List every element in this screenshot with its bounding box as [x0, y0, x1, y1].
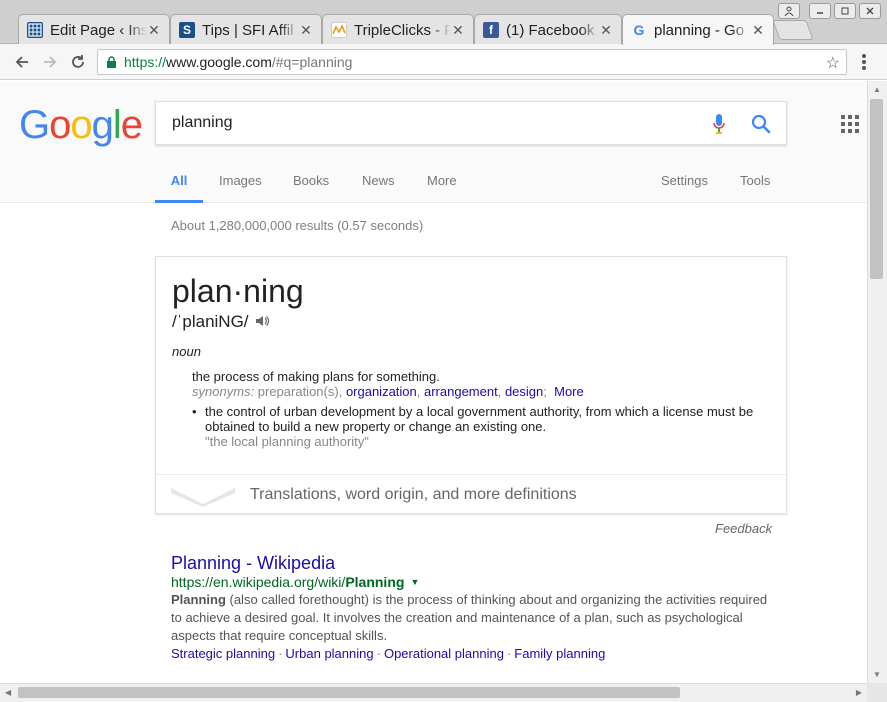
synonym-plain: preparation(s), — [257, 384, 343, 399]
speaker-icon[interactable] — [255, 314, 269, 331]
phonetic: /ˈplaniNG/ — [172, 312, 269, 332]
search-input[interactable] — [156, 113, 676, 133]
forward-icon[interactable] — [38, 50, 62, 74]
maximize-button[interactable] — [834, 3, 856, 19]
address-bar[interactable]: https://www.google.com/#q=planning ☆ — [97, 49, 847, 75]
definition-2: • the control of urban development by a … — [192, 404, 762, 434]
browser-menu-icon[interactable] — [856, 52, 872, 72]
url-path: /#q=planning — [271, 54, 353, 70]
result-url-prefix: https://en.wikipedia.org/wiki/ — [171, 574, 346, 590]
caret-down-icon[interactable]: ▼ — [410, 577, 419, 587]
tab-label: TripleClicks - F — [354, 21, 451, 39]
tab-strip: Edit Page ‹ Ins ✕ S Tips | SFI Affil ✕ T… — [0, 0, 887, 45]
scroll-thumb[interactable] — [870, 99, 883, 279]
sfi-icon: S — [179, 22, 195, 38]
url-host: www.google.com — [166, 54, 272, 70]
tab-label: Edit Page ‹ Ins — [50, 21, 147, 39]
snippet-bold: Planning — [171, 592, 226, 607]
new-tab-button[interactable] — [772, 20, 814, 40]
grid-icon — [27, 22, 43, 38]
google-header: Google All Images Books News More Sett — [0, 81, 867, 203]
scroll-down-icon[interactable]: ▼ — [873, 670, 881, 679]
close-icon[interactable]: ✕ — [599, 22, 613, 39]
close-icon[interactable]: ✕ — [147, 22, 161, 39]
sitelink[interactable]: Operational planning — [384, 646, 504, 661]
dictionary-card: plan·ning /ˈplaniNG/ noun the process of… — [155, 256, 787, 514]
search-icon[interactable] — [750, 113, 772, 135]
phonetic-text: /ˈplaniNG/ — [172, 312, 249, 331]
synonyms-label: synonyms: — [192, 384, 255, 399]
part-of-speech: noun — [172, 344, 201, 359]
profile-icon[interactable] — [778, 3, 800, 19]
window-close-button[interactable] — [859, 3, 881, 19]
more-definitions-toggle[interactable]: Translations, word origin, and more defi… — [156, 474, 786, 514]
synonym-link[interactable]: arrangement — [424, 384, 498, 399]
search-box — [155, 101, 787, 145]
page-content: Google All Images Books News More Sett — [0, 81, 867, 683]
close-icon[interactable]: ✕ — [299, 22, 313, 39]
result-url-bold: Planning — [345, 574, 405, 590]
more-definitions-label: Translations, word origin, and more defi… — [250, 486, 577, 503]
vertical-scrollbar[interactable]: ▲ ▼ — [867, 81, 887, 683]
tab-tools[interactable]: Tools — [740, 171, 770, 203]
scrollbar-corner — [867, 683, 887, 702]
url-scheme: https:// — [124, 54, 167, 70]
reload-icon[interactable] — [66, 50, 90, 74]
chevron-down-icon — [171, 488, 235, 507]
browser-toolbar: https://www.google.com/#q=planning ☆ — [0, 44, 887, 80]
result-url: https://en.wikipedia.org/wiki/Planning ▼ — [171, 574, 419, 590]
bullet: • — [192, 404, 197, 419]
microphone-icon[interactable] — [712, 113, 726, 135]
definition-2-text: the control of urban development by a lo… — [205, 404, 754, 434]
back-icon[interactable] — [10, 50, 34, 74]
tab-label: planning - Go — [654, 21, 745, 39]
tab-label: (1) Facebook — [506, 21, 595, 39]
tab-settings[interactable]: Settings — [661, 171, 708, 203]
browser-tab-tripleclicks[interactable]: TripleClicks - F ✕ — [322, 14, 474, 45]
scroll-right-icon[interactable]: ▶ — [856, 688, 862, 697]
browser-tab-facebook[interactable]: f (1) Facebook ✕ — [474, 14, 622, 45]
example-sentence: "the local planning authority" — [205, 434, 369, 449]
scroll-left-icon[interactable]: ◀ — [5, 688, 11, 697]
scroll-thumb[interactable] — [18, 687, 680, 698]
google-logo[interactable]: Google — [19, 103, 143, 148]
browser-tab-edit-page[interactable]: Edit Page ‹ Ins ✕ — [18, 14, 170, 45]
tab-all[interactable]: All — [155, 171, 203, 203]
tab-more[interactable]: More — [427, 171, 457, 203]
sitelink[interactable]: Urban planning — [285, 646, 373, 661]
tab-label: Tips | SFI Affil — [202, 21, 294, 39]
browser-tab-sfi[interactable]: S Tips | SFI Affil ✕ — [170, 14, 322, 45]
result-sitelinks: Strategic planning · Urban planning · Operat… — [171, 646, 606, 661]
close-icon[interactable]: ✕ — [751, 22, 765, 39]
synonyms-more-link[interactable]: More — [554, 384, 584, 399]
horizontal-scrollbar[interactable]: ◀ ▶ — [0, 683, 867, 702]
feedback-link[interactable]: Feedback — [715, 521, 772, 536]
result-stats: About 1,280,000,000 results (0.57 second… — [171, 218, 424, 233]
search-tabs: All Images Books News More Settings Tool… — [0, 171, 867, 203]
scroll-up-icon[interactable]: ▲ — [873, 85, 881, 94]
tab-images[interactable]: Images — [219, 171, 262, 203]
synonyms: synonyms: preparation(s), organization, … — [192, 384, 584, 399]
dictionary-word: plan·ning — [172, 273, 304, 309]
tab-news[interactable]: News — [362, 171, 395, 203]
close-icon[interactable]: ✕ — [451, 22, 465, 39]
sitelink[interactable]: Strategic planning — [171, 646, 275, 661]
definition-1: the process of making plans for somethin… — [192, 369, 440, 384]
synonym-link[interactable]: design — [505, 384, 543, 399]
result-snippet: Planning (also called forethought) is th… — [171, 591, 781, 645]
google-icon: G — [633, 22, 645, 38]
bookmark-star-icon[interactable]: ☆ — [826, 53, 840, 73]
browser-tab-planning[interactable]: G planning - Go ✕ — [622, 14, 774, 45]
tripleclicks-icon — [331, 22, 347, 38]
tab-books[interactable]: Books — [293, 171, 329, 203]
result-title[interactable]: Planning - Wikipedia — [171, 553, 335, 574]
sitelink[interactable]: Family planning — [514, 646, 605, 661]
minimize-button[interactable] — [809, 3, 831, 19]
apps-grid-icon[interactable] — [841, 115, 859, 133]
snippet-text: (also called forethought) is the process… — [171, 592, 768, 643]
facebook-icon: f — [483, 22, 499, 38]
synonym-link[interactable]: organization — [346, 384, 417, 399]
lock-icon — [98, 55, 124, 69]
